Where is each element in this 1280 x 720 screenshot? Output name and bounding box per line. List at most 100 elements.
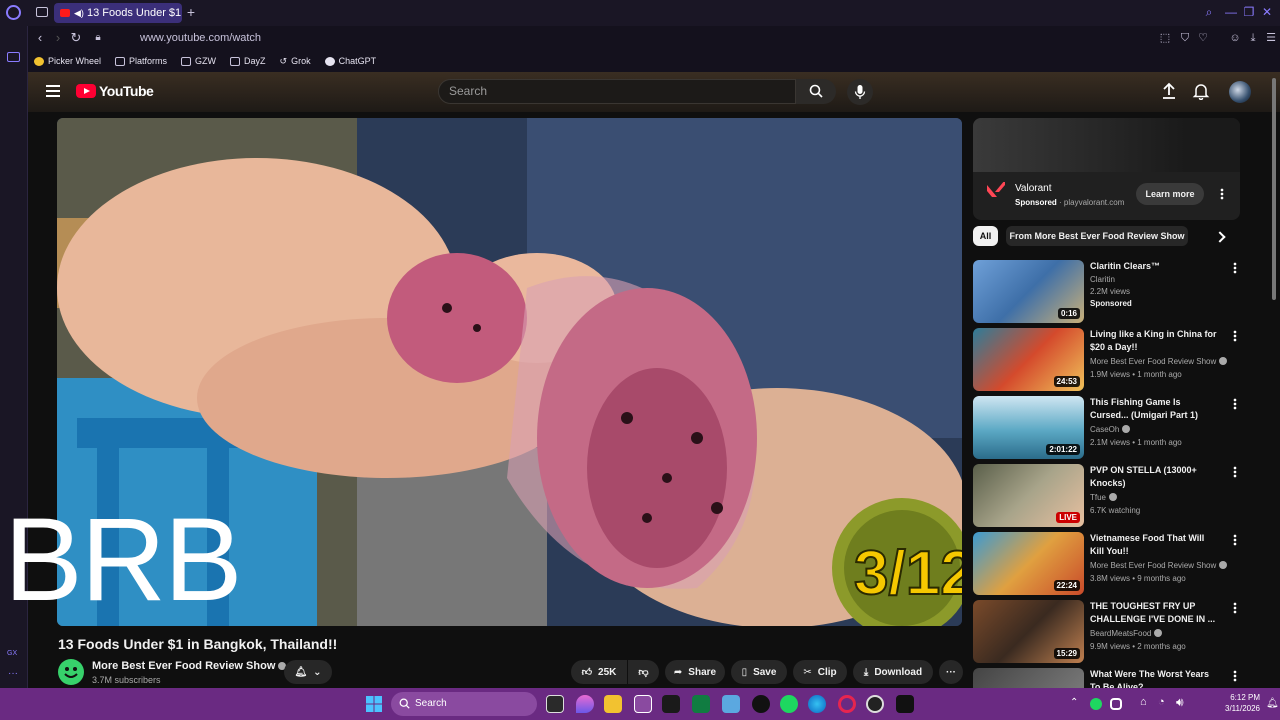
channel-name[interactable]: More Best Ever Food Review Show	[92, 660, 287, 672]
learn-more-button[interactable]: Learn more	[1136, 183, 1204, 205]
channel-avatar[interactable]	[58, 659, 84, 685]
bookmark-gzw[interactable]: GZW	[181, 56, 216, 66]
video-title: 13 Foods Under $1 in Bangkok, Thailand!!	[58, 636, 338, 652]
search-input[interactable]: Search	[438, 79, 796, 104]
system-clock[interactable]: 6:12 PM 3/11/2026	[1210, 692, 1260, 714]
snapshot-icon[interactable]: ⬚	[1158, 31, 1172, 45]
channel-name: CaseOh	[1090, 424, 1131, 436]
bookmark-picker-wheel[interactable]: Picker Wheel	[34, 56, 101, 66]
bookmark-chatgpt[interactable]: ChatGPT	[324, 56, 376, 66]
video-meta: 9.9M views • 2 months ago	[1090, 642, 1186, 651]
network-icon[interactable]: ⌂	[1140, 696, 1147, 708]
bookmark-dayz[interactable]: DayZ	[230, 56, 266, 66]
new-tab-button[interactable]: +	[184, 5, 198, 19]
duration-badge: 22:24	[1053, 580, 1080, 591]
save-button[interactable]: ▯ Save	[731, 660, 787, 684]
tray-app-icon[interactable]	[1110, 698, 1122, 710]
search-tabs-icon[interactable]: ⌕	[1202, 5, 1216, 19]
bookmark-grok[interactable]: ↺ Grok	[280, 56, 311, 67]
notifications-bell-icon[interactable]	[1192, 82, 1210, 100]
apps-grid-icon[interactable]	[634, 695, 652, 713]
share-button[interactable]: ➦ Share	[665, 660, 725, 684]
opera-gx-icon[interactable]	[838, 695, 856, 713]
reload-icon[interactable]: ↻	[68, 30, 84, 46]
speaker-icon[interactable]: ◀)	[74, 9, 84, 18]
recommended-video[interactable]: 0:16 Claritin Clears™ Claritin 2.2M view…	[973, 260, 1243, 324]
more-options-icon[interactable]	[1233, 602, 1237, 614]
notification-bell-button[interactable]: 🔔︎ ⌄	[284, 660, 332, 684]
dislike-button[interactable]: 👎︎	[628, 660, 659, 684]
more-options-icon[interactable]	[1233, 670, 1237, 682]
hamburger-menu-icon[interactable]	[46, 85, 60, 97]
browser-tab-active[interactable]: ◀) 13 Foods Under $1 in Bangkok, Thailan…	[54, 3, 182, 23]
bookmark-platforms[interactable]: Platforms	[115, 56, 167, 66]
tab-list-icon[interactable]	[36, 7, 48, 17]
copilot-icon[interactable]	[576, 695, 594, 713]
recommended-video[interactable]: LIVE PVP ON STELLA (13000+ Knocks) Tfue …	[973, 464, 1243, 528]
capcut-icon[interactable]	[752, 695, 770, 713]
edge-icon[interactable]	[808, 695, 826, 713]
chip-all[interactable]: All	[973, 226, 998, 246]
page-scrollbar[interactable]	[1272, 78, 1276, 300]
download-button[interactable]: ⤓ Download	[853, 660, 933, 684]
menu-icon[interactable]: ☰	[1264, 31, 1278, 45]
search-button[interactable]	[796, 79, 836, 104]
downloads-icon[interactable]: ⤓	[1246, 31, 1260, 45]
more-options-icon[interactable]	[1233, 262, 1237, 274]
obs-icon[interactable]	[866, 695, 884, 713]
mail-icon[interactable]	[662, 695, 680, 713]
notepad-icon[interactable]	[722, 695, 740, 713]
recommended-video[interactable]: What Were The Worst Years To Be Alive?	[973, 668, 1243, 688]
more-options-icon[interactable]	[1233, 398, 1237, 410]
sidebar-more-icon[interactable]: ···	[8, 668, 18, 679]
dayz-icon[interactable]	[896, 695, 914, 713]
youtube-logo[interactable]: YouTube	[76, 83, 154, 99]
more-options-icon[interactable]	[1233, 330, 1237, 342]
heart-icon[interactable]: ♡	[1196, 31, 1210, 45]
video-title: This Fishing Game Is Cursed... (Umigari …	[1090, 397, 1199, 420]
like-button[interactable]: 👍︎ 25K	[571, 660, 627, 684]
sponsored-ad-card[interactable]: Valorant Sponsored · playvalorant.com Le…	[973, 118, 1240, 220]
forward-icon[interactable]: ›	[50, 30, 66, 46]
volume-icon[interactable]: 🔊︎	[1176, 695, 1184, 710]
shield-icon[interactable]: ⛉	[1178, 31, 1192, 45]
address-bar-row: ‹ › ↻ 🔒︎ www.youtube.com/watch ⬚ ⛉ ♡ ☺ ⤓…	[28, 26, 1280, 50]
more-options-icon[interactable]	[1233, 466, 1237, 478]
lock-icon[interactable]: 🔒︎	[90, 30, 106, 46]
account-icon[interactable]: ☺	[1228, 31, 1242, 45]
thumbs-down-icon: 👎︎	[638, 667, 649, 678]
task-view-icon[interactable]	[546, 695, 564, 713]
recommended-video[interactable]: 15:29 THE TOUGHEST FRY UP CHALLENGE I'VE…	[973, 600, 1243, 664]
notifications-icon[interactable]: 🔔︎	[1266, 698, 1279, 709]
ad-more-icon[interactable]	[1220, 188, 1224, 200]
chevron-right-icon[interactable]	[1214, 231, 1226, 243]
show-hidden-icons[interactable]: ⌃	[1070, 697, 1078, 708]
sponsored-label: Sponsored	[1090, 299, 1132, 308]
sidebar-gx-label[interactable]: GX	[7, 650, 17, 657]
wifi-icon[interactable]: ◔	[1158, 696, 1165, 708]
excel-icon[interactable]	[692, 695, 710, 713]
chip-from-channel[interactable]: From More Best Ever Food Review Show	[1006, 226, 1188, 246]
url-field[interactable]: www.youtube.com/watch	[140, 30, 261, 46]
taskbar-search[interactable]: Search	[391, 692, 537, 716]
upload-icon[interactable]	[1160, 82, 1178, 100]
user-avatar[interactable]	[1229, 81, 1251, 103]
minimize-button[interactable]: —	[1224, 5, 1238, 19]
voice-search-button[interactable]	[847, 79, 873, 105]
windows-start-icon[interactable]	[366, 696, 382, 712]
more-actions-button[interactable]: ···	[939, 660, 963, 684]
close-button[interactable]: ✕	[1260, 5, 1274, 19]
back-icon[interactable]: ‹	[32, 30, 48, 46]
gx-corner-icon[interactable]	[7, 52, 20, 62]
opera-logo-icon[interactable]	[6, 5, 21, 20]
channel-name: BeardMeatsFood	[1090, 628, 1163, 640]
spotify-icon[interactable]	[780, 695, 798, 713]
recommended-video[interactable]: 2:01:22 This Fishing Game Is Cursed... (…	[973, 396, 1243, 460]
more-options-icon[interactable]	[1233, 534, 1237, 546]
recommended-video[interactable]: 22:24 Vietnamese Food That Will Kill You…	[973, 532, 1243, 596]
tray-spotify-icon[interactable]	[1090, 698, 1102, 710]
restore-button[interactable]: ❐	[1242, 5, 1256, 19]
file-explorer-icon[interactable]	[604, 695, 622, 713]
recommended-video[interactable]: 24:53 Living like a King in China for $2…	[973, 328, 1243, 392]
clip-button[interactable]: ✂ Clip	[793, 660, 847, 684]
